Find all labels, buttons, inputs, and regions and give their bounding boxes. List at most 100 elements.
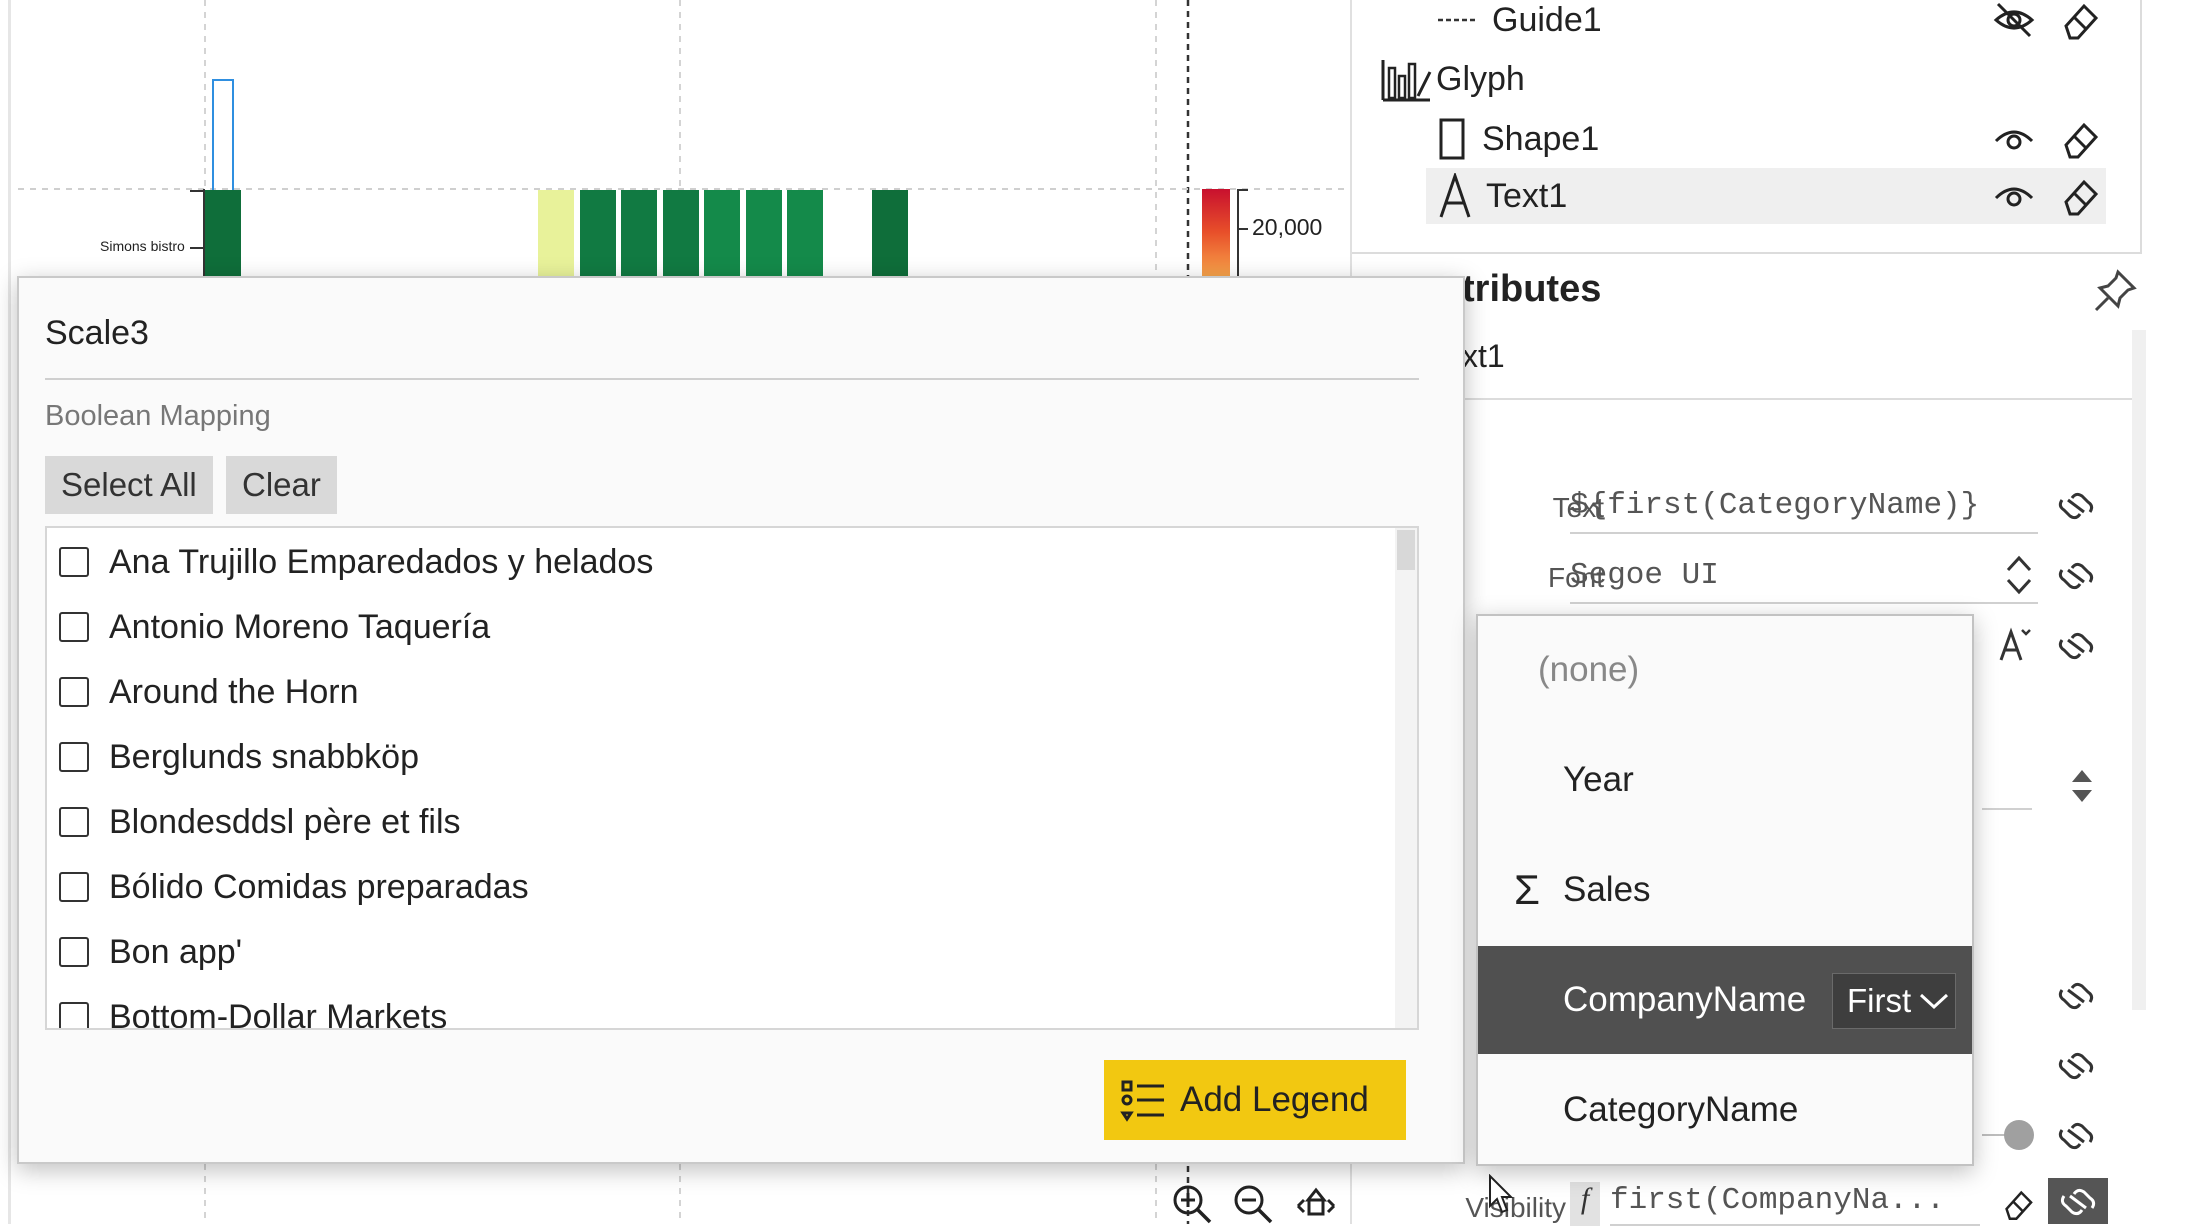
- unlink-icon[interactable]: [2056, 1048, 2096, 1084]
- slider-thumb[interactable]: [2004, 1120, 2034, 1150]
- checkbox[interactable]: [59, 1002, 89, 1028]
- legend-gradient: [1202, 189, 1230, 276]
- menu-item-label: CompanyName: [1563, 980, 1807, 1019]
- layer-label: Guide1: [1492, 0, 1602, 39]
- menu-item-label: Year: [1563, 760, 1634, 799]
- spinner-arrows-icon[interactable]: [2068, 766, 2096, 806]
- zoom-in-icon[interactable]: [1170, 1182, 1214, 1226]
- font-prop-field[interactable]: Segoe UI: [1570, 548, 2038, 604]
- selected-shape-outline: [212, 79, 234, 203]
- unlink-icon[interactable]: [2056, 628, 2096, 664]
- select-all-button[interactable]: Select All: [45, 456, 213, 514]
- list-item[interactable]: Around the Horn: [59, 664, 359, 720]
- eraser-icon[interactable]: [2058, 174, 2102, 218]
- list-item[interactable]: Ana Trujillo Emparedados y helados: [59, 534, 653, 590]
- chart-bar[interactable]: [580, 190, 616, 276]
- chart-bar[interactable]: [205, 190, 241, 276]
- pin-icon[interactable]: [2092, 268, 2138, 314]
- text-prop-field[interactable]: ${first(CategoryName)}: [1570, 478, 2038, 534]
- checkbox[interactable]: [59, 872, 89, 902]
- eraser-icon[interactable]: [2058, 117, 2102, 161]
- menu-item-label: CategoryName: [1563, 1090, 1799, 1129]
- function-badge: f: [1570, 1182, 1600, 1226]
- visibility-prop-field[interactable]: first(CompanyNa...: [1610, 1176, 1980, 1226]
- clear-button[interactable]: Clear: [226, 456, 337, 514]
- attributes-title: tributes: [1462, 268, 1602, 310]
- eye-hidden-icon[interactable]: [1992, 0, 2036, 42]
- eraser-icon[interactable]: [2058, 0, 2102, 42]
- legend-value: 20,000: [1252, 214, 1323, 240]
- list-item-label: Bottom-Dollar Markets: [109, 997, 448, 1030]
- menu-item-sales[interactable]: Σ Sales: [1478, 836, 1972, 944]
- chart-bar[interactable]: [872, 190, 908, 276]
- checkbox[interactable]: [59, 677, 89, 707]
- checkbox[interactable]: [59, 612, 89, 642]
- panel-divider: [1352, 252, 2142, 254]
- list-item[interactable]: Antonio Moreno Taquería: [59, 599, 490, 655]
- list-item[interactable]: Bólido Comidas preparadas: [59, 859, 529, 915]
- mouse-cursor-icon: [1489, 1174, 1514, 1214]
- zoom-out-icon[interactable]: [1231, 1182, 1275, 1226]
- eye-icon[interactable]: [1992, 117, 2036, 161]
- sum-icon: Σ: [1514, 866, 1540, 913]
- list-item-label: Bon app': [109, 932, 243, 971]
- menu-item-label: Sales: [1563, 870, 1651, 909]
- shape-row-icons: [1992, 111, 2112, 167]
- menu-item-categoryname[interactable]: CategoryName: [1478, 1056, 1972, 1164]
- unlink-icon[interactable]: [2056, 488, 2096, 524]
- checkbox[interactable]: [59, 937, 89, 967]
- text-icon: [1439, 173, 1471, 218]
- layer-row-glyph[interactable]: Glyph: [1380, 51, 1680, 107]
- checkbox[interactable]: [59, 742, 89, 772]
- list-item-label: Bólido Comidas preparadas: [109, 867, 529, 906]
- checkbox[interactable]: [59, 547, 89, 577]
- unlink-icon[interactable]: [2056, 558, 2096, 594]
- spinner-chevrons-icon[interactable]: [2004, 554, 2034, 596]
- attributes-divider: [1462, 398, 2142, 400]
- font-size-icon[interactable]: [1998, 626, 2032, 662]
- checkbox[interactable]: [59, 807, 89, 837]
- chart-bar[interactable]: [538, 190, 574, 276]
- eraser-icon[interactable]: [1998, 1186, 2038, 1222]
- field-underline: [1982, 808, 2032, 810]
- menu-item-label: (none): [1538, 650, 1640, 689]
- chart-bar[interactable]: [787, 190, 823, 276]
- eye-icon[interactable]: [1992, 174, 2036, 218]
- field-dropdown-menu: (none) Year Σ Sales CompanyName First Ca…: [1476, 614, 1974, 1166]
- list-item-label: Berglunds snabbköp: [109, 737, 420, 776]
- aggregation-select[interactable]: First: [1832, 973, 1956, 1029]
- unlink-icon[interactable]: [2056, 1118, 2096, 1154]
- glyph-icon: [1381, 60, 1432, 102]
- menu-item-year[interactable]: Year: [1478, 726, 1972, 834]
- list-item[interactable]: Blondesddsl père et fils: [59, 794, 461, 850]
- attributes-subtitle: xt1: [1462, 338, 1505, 374]
- add-legend-button[interactable]: Add Legend: [1104, 1060, 1406, 1140]
- rectangle-icon: [1439, 118, 1465, 160]
- list-item[interactable]: Bottom-Dollar Markets: [59, 989, 448, 1030]
- list-item-label: Antonio Moreno Taquería: [109, 607, 491, 646]
- unlink-icon[interactable]: [2056, 978, 2096, 1014]
- chart-bar[interactable]: [621, 190, 657, 276]
- bind-active-button[interactable]: [2048, 1178, 2108, 1224]
- chart-bar[interactable]: [746, 190, 782, 276]
- layer-label: Text1: [1486, 176, 1568, 215]
- list-item[interactable]: Berglunds snabbköp: [59, 729, 419, 785]
- bars-group: [205, 190, 908, 276]
- guide-row-icons: [1992, 0, 2112, 48]
- fit-view-icon[interactable]: [1294, 1182, 1338, 1226]
- list-item[interactable]: Bon app': [59, 924, 242, 980]
- panel-scrollbar[interactable]: [2132, 330, 2146, 1010]
- list-scrollbar-thumb[interactable]: [1397, 530, 1415, 570]
- panel-edge: [2140, 0, 2142, 254]
- guide-icon: [1438, 18, 1478, 22]
- list-scrollbar[interactable]: [1395, 528, 1417, 1028]
- menu-item-companyname[interactable]: CompanyName First: [1478, 946, 1972, 1054]
- text-prop-value: ${first(CategoryName)}: [1570, 487, 1980, 523]
- menu-item-none[interactable]: (none): [1478, 616, 1972, 724]
- chart-bar[interactable]: [704, 190, 740, 276]
- layer-label: Shape1: [1482, 119, 1600, 158]
- chart-bar[interactable]: [663, 190, 699, 276]
- list-item-label: Ana Trujillo Emparedados y helados: [109, 542, 654, 581]
- layer-row-shape[interactable]: Shape1: [1438, 111, 1838, 167]
- category-checklist[interactable]: Ana Trujillo Emparedados y helados Anton…: [45, 526, 1419, 1030]
